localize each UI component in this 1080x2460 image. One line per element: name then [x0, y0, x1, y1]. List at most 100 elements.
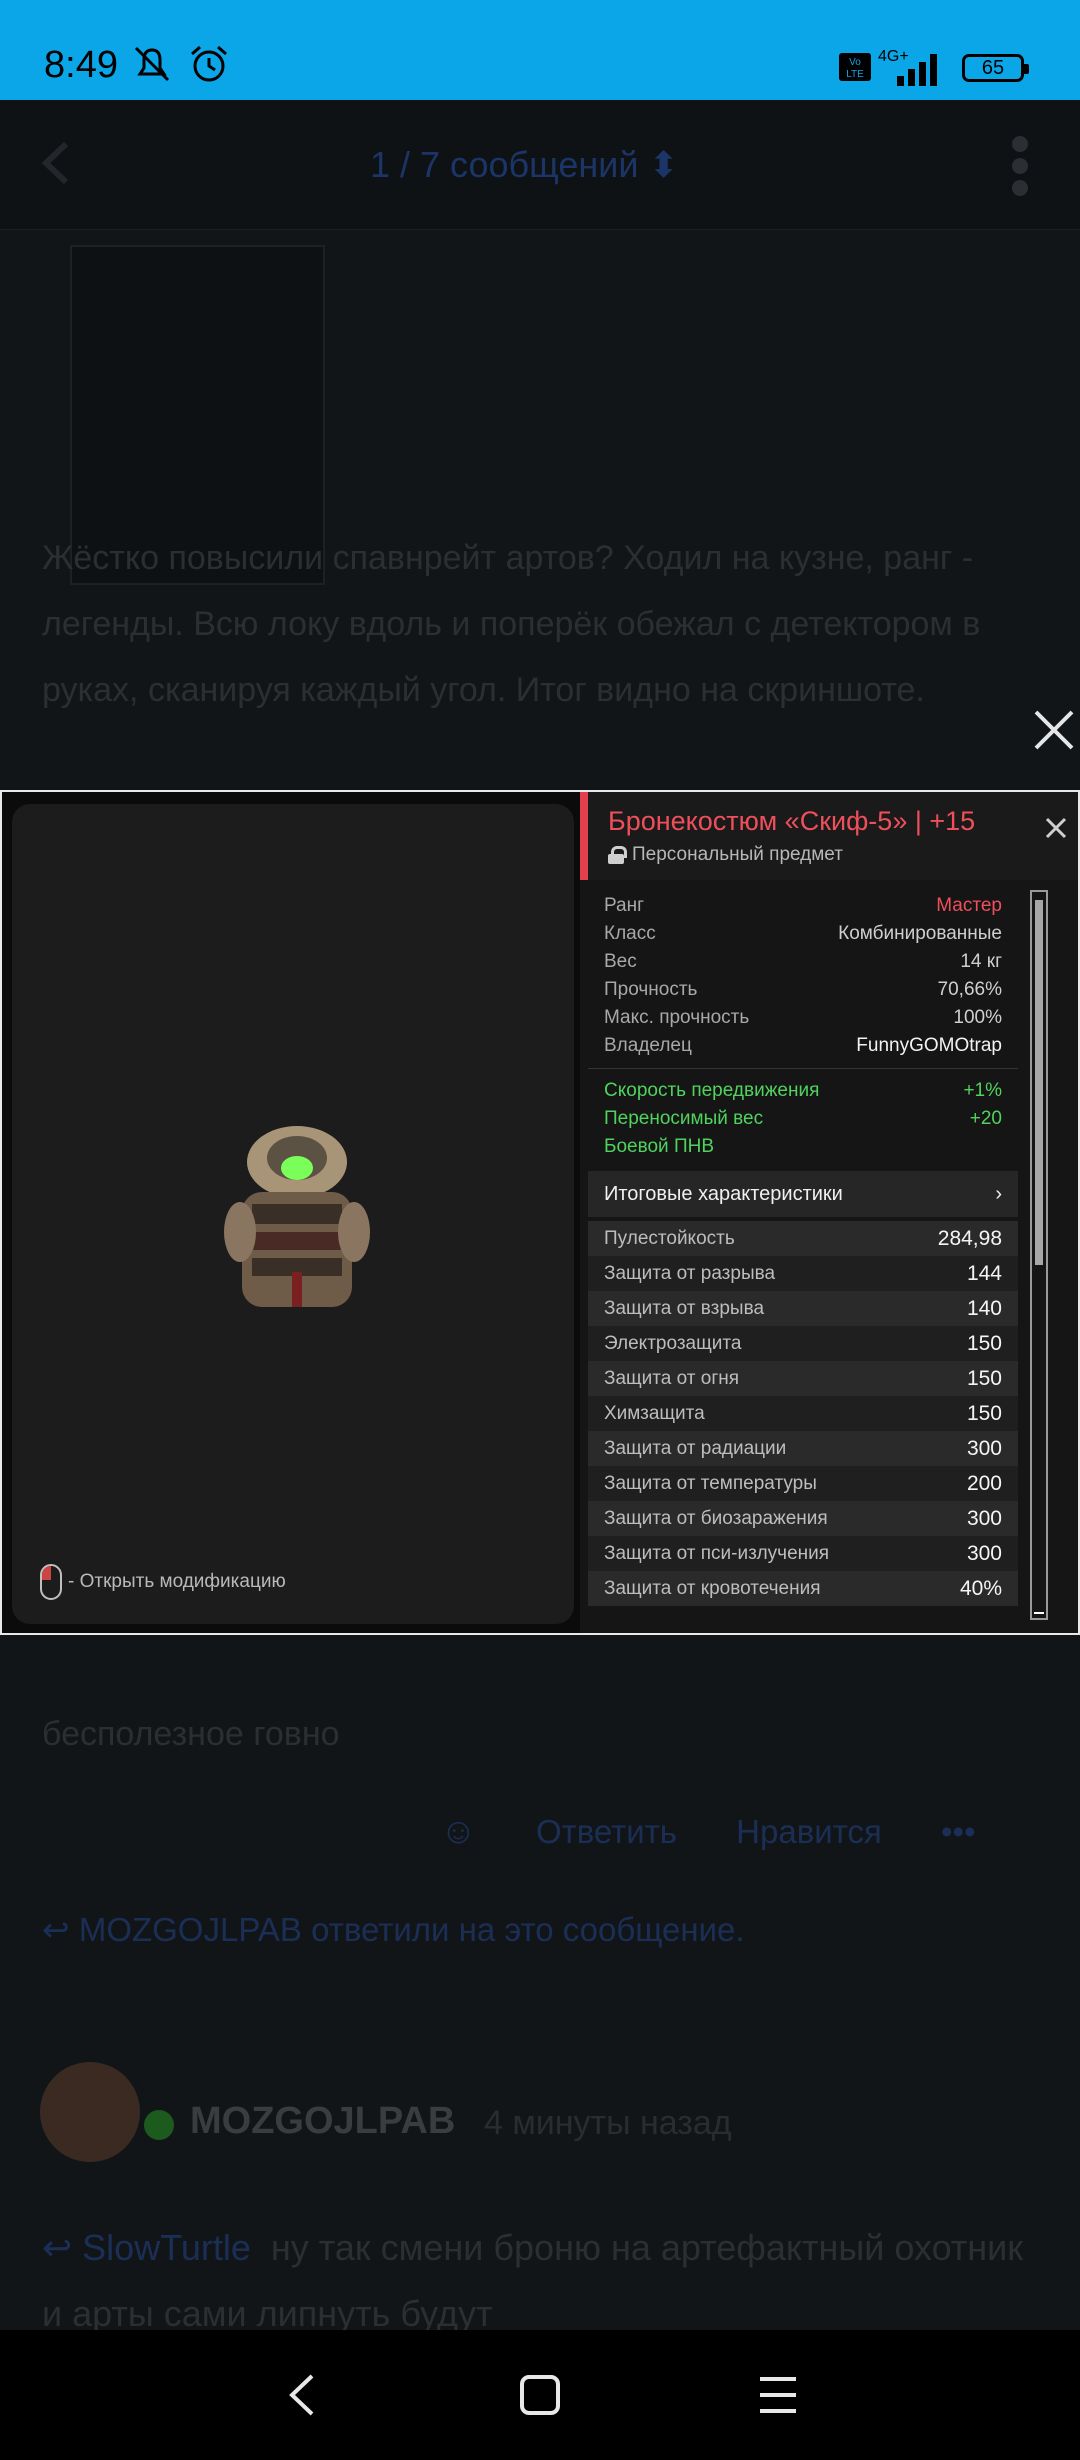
resist-row: Защита от пси-излучения 300 — [588, 1536, 1018, 1571]
resist-row-value: 40% — [959, 1576, 1002, 1600]
app-header: 1 / 7 сообщений ⬍ — [0, 100, 1080, 230]
back-arrow-icon[interactable] — [36, 138, 76, 188]
system-nav-bar — [0, 2330, 1080, 2460]
resist-row-label: Защита от разрыва — [604, 1262, 776, 1284]
stat-row-value: FunnyGOMOtrap — [856, 1035, 1002, 1056]
resist-row-value: 284,98 — [937, 1226, 1002, 1250]
item-title: Бронекостюм «Скиф-5» | +15 — [608, 806, 976, 836]
resist-row-label: Пулестойкость — [604, 1227, 735, 1249]
close-icon[interactable] — [1032, 708, 1076, 752]
stat-row-label: Макс. прочность — [604, 1007, 750, 1028]
game-screenshot: - Открыть модификацию Бронекостюм «Скиф-… — [0, 790, 1080, 1635]
resist-row-value: 150 — [966, 1401, 1002, 1425]
stat-row-value: 100% — [953, 1007, 1002, 1028]
stat-row: Макс. прочность 100% — [588, 1004, 1018, 1032]
reply-mention[interactable]: SlowTurtle — [82, 2227, 251, 2268]
resist-row-value: 300 — [966, 1541, 1002, 1565]
stat-row-label: Ранг — [604, 895, 645, 916]
resist-row-label: Защита от огня — [604, 1367, 740, 1389]
scrollbar-end — [1034, 1612, 1044, 1614]
item-stats: Ранг Мастер Класс Комбинированные Вес 14 кг Пр… — [588, 892, 1018, 1606]
reply-arrow-icon: ↩ — [42, 1911, 79, 1948]
item-subtitle: Персональный предмет — [608, 844, 843, 866]
open-mod-hint: - Открыть модификацию — [40, 1564, 286, 1600]
replied-notice[interactable]: ↩ MOZGOJLPAB ответили на это сообщение. — [42, 1910, 745, 1949]
reply-author[interactable]: MOZGOJLPAB — [190, 2100, 455, 2143]
resist-row-value: 140 — [966, 1296, 1002, 1320]
post-actions: ☺ Ответить Нравится ••• — [440, 1810, 1026, 1852]
status-time: 8:49 — [44, 44, 118, 86]
divider — [588, 1068, 1018, 1069]
stat-row-label: Класс — [604, 923, 656, 944]
stat-row-value: 14 кг — [960, 951, 1002, 972]
resist-row: Защита от температуры 200 — [588, 1466, 1018, 1501]
resist-row-value: 200 — [966, 1471, 1002, 1495]
resist-row-label: Защита от температуры — [604, 1472, 817, 1494]
nav-back-icon[interactable] — [282, 2370, 322, 2420]
resist-row-value: 300 — [966, 1506, 1002, 1530]
item-preview-panel: - Открыть модификацию — [12, 804, 574, 1624]
resist-row: Химзащита 150 — [588, 1396, 1018, 1431]
resist-row-label: Электрозащита — [604, 1332, 742, 1354]
summary-label: Итоговые характеристики — [604, 1182, 843, 1205]
more-menu-icon[interactable] — [1012, 136, 1034, 196]
stat-row: Вес 14 кг — [588, 948, 1018, 976]
emoji-react-icon[interactable]: ☺ — [440, 1810, 477, 1851]
bonus-row: Скорость передвижения +1% — [588, 1077, 1018, 1105]
resist-row-label: Химзащита — [604, 1402, 705, 1424]
close-icon[interactable] — [1042, 814, 1070, 842]
stat-row-value: Мастер — [936, 895, 1002, 916]
avatar[interactable] — [40, 2062, 140, 2162]
bonus-row-label: Скорость передвижения — [604, 1080, 820, 1101]
resist-row: Защита от биозаражения 300 — [588, 1501, 1018, 1536]
message-counter[interactable]: 1 / 7 сообщений ⬍ — [370, 144, 679, 186]
stat-row-label: Владелец — [604, 1035, 692, 1056]
resistance-list: Пулестойкость 284,98 Защита от разрыва 144 З… — [588, 1221, 1018, 1606]
reply-arrow-icon: ↩ — [42, 2227, 83, 2268]
volte-icon: Vo LTE — [839, 53, 871, 81]
bonus-row-value: +1% — [963, 1080, 1002, 1101]
resist-row-label: Защита от взрыва — [604, 1297, 765, 1319]
alarm-icon — [191, 45, 227, 82]
summary-characteristics-button[interactable]: Итоговые характеристики › — [588, 1171, 1018, 1217]
item-tooltip: Бронекостюм «Скиф-5» | +15 Персональный … — [580, 792, 1078, 1633]
tooltip-scrollbar[interactable] — [1030, 890, 1048, 1620]
mouse-icon — [40, 1564, 62, 1600]
stat-row: Прочность 70,66% — [588, 976, 1018, 1004]
resist-row-value: 150 — [966, 1366, 1002, 1390]
bonus-row: Переносимый вес +20 — [588, 1105, 1018, 1133]
lock-icon — [608, 846, 627, 864]
resist-row-label: Защита от кровотечения — [604, 1577, 821, 1599]
reply-body: ↩ SlowTurtle ну так смени броню на артеф… — [42, 2215, 1042, 2347]
svg-text:LTE: LTE — [846, 69, 864, 80]
open-mod-hint-text: - Открыть модификацию — [68, 1571, 286, 1592]
stat-row-value: Комбинированные — [838, 923, 1002, 944]
stat-row-value: 70,66% — [937, 979, 1002, 1000]
stat-row: Класс Комбинированные — [588, 920, 1018, 948]
bonus-row-label: Боевой ПНВ — [604, 1136, 714, 1157]
resist-row-label: Защита от пси-излучения — [604, 1542, 830, 1564]
nav-recents-icon[interactable] — [756, 2370, 800, 2420]
nav-home-icon[interactable] — [518, 2370, 562, 2420]
resist-row: Защита от разрыва 144 — [588, 1256, 1018, 1291]
resist-row-value: 150 — [966, 1331, 1002, 1355]
svg-text:Vo: Vo — [849, 57, 861, 68]
resist-row: Электрозащита 150 — [588, 1326, 1018, 1361]
bonus-row-value: +20 — [969, 1108, 1002, 1129]
more-actions-button[interactable]: ••• — [941, 1813, 976, 1850]
stat-row: Владелец FunnyGOMOtrap — [588, 1032, 1018, 1060]
bonus-row-label: Переносимый вес — [604, 1108, 764, 1129]
resist-row: Защита от взрыва 140 — [588, 1291, 1018, 1326]
bonus-row: Боевой ПНВ — [588, 1133, 1018, 1161]
item-header: Бронекостюм «Скиф-5» | +15 Персональный … — [580, 792, 1078, 880]
reply-button[interactable]: Ответить — [536, 1813, 677, 1850]
scrollbar-thumb[interactable] — [1035, 900, 1043, 1265]
resist-row-value: 144 — [966, 1261, 1002, 1285]
stat-row-label: Вес — [604, 951, 637, 972]
like-button[interactable]: Нравится — [736, 1813, 882, 1850]
chevron-right-icon: › — [995, 1182, 1002, 1205]
resist-row-label: Защита от биозаражения — [604, 1507, 828, 1529]
online-indicator — [144, 2110, 174, 2140]
battery-icon: 65 — [962, 54, 1029, 82]
stat-row-label: Прочность — [604, 979, 698, 1000]
